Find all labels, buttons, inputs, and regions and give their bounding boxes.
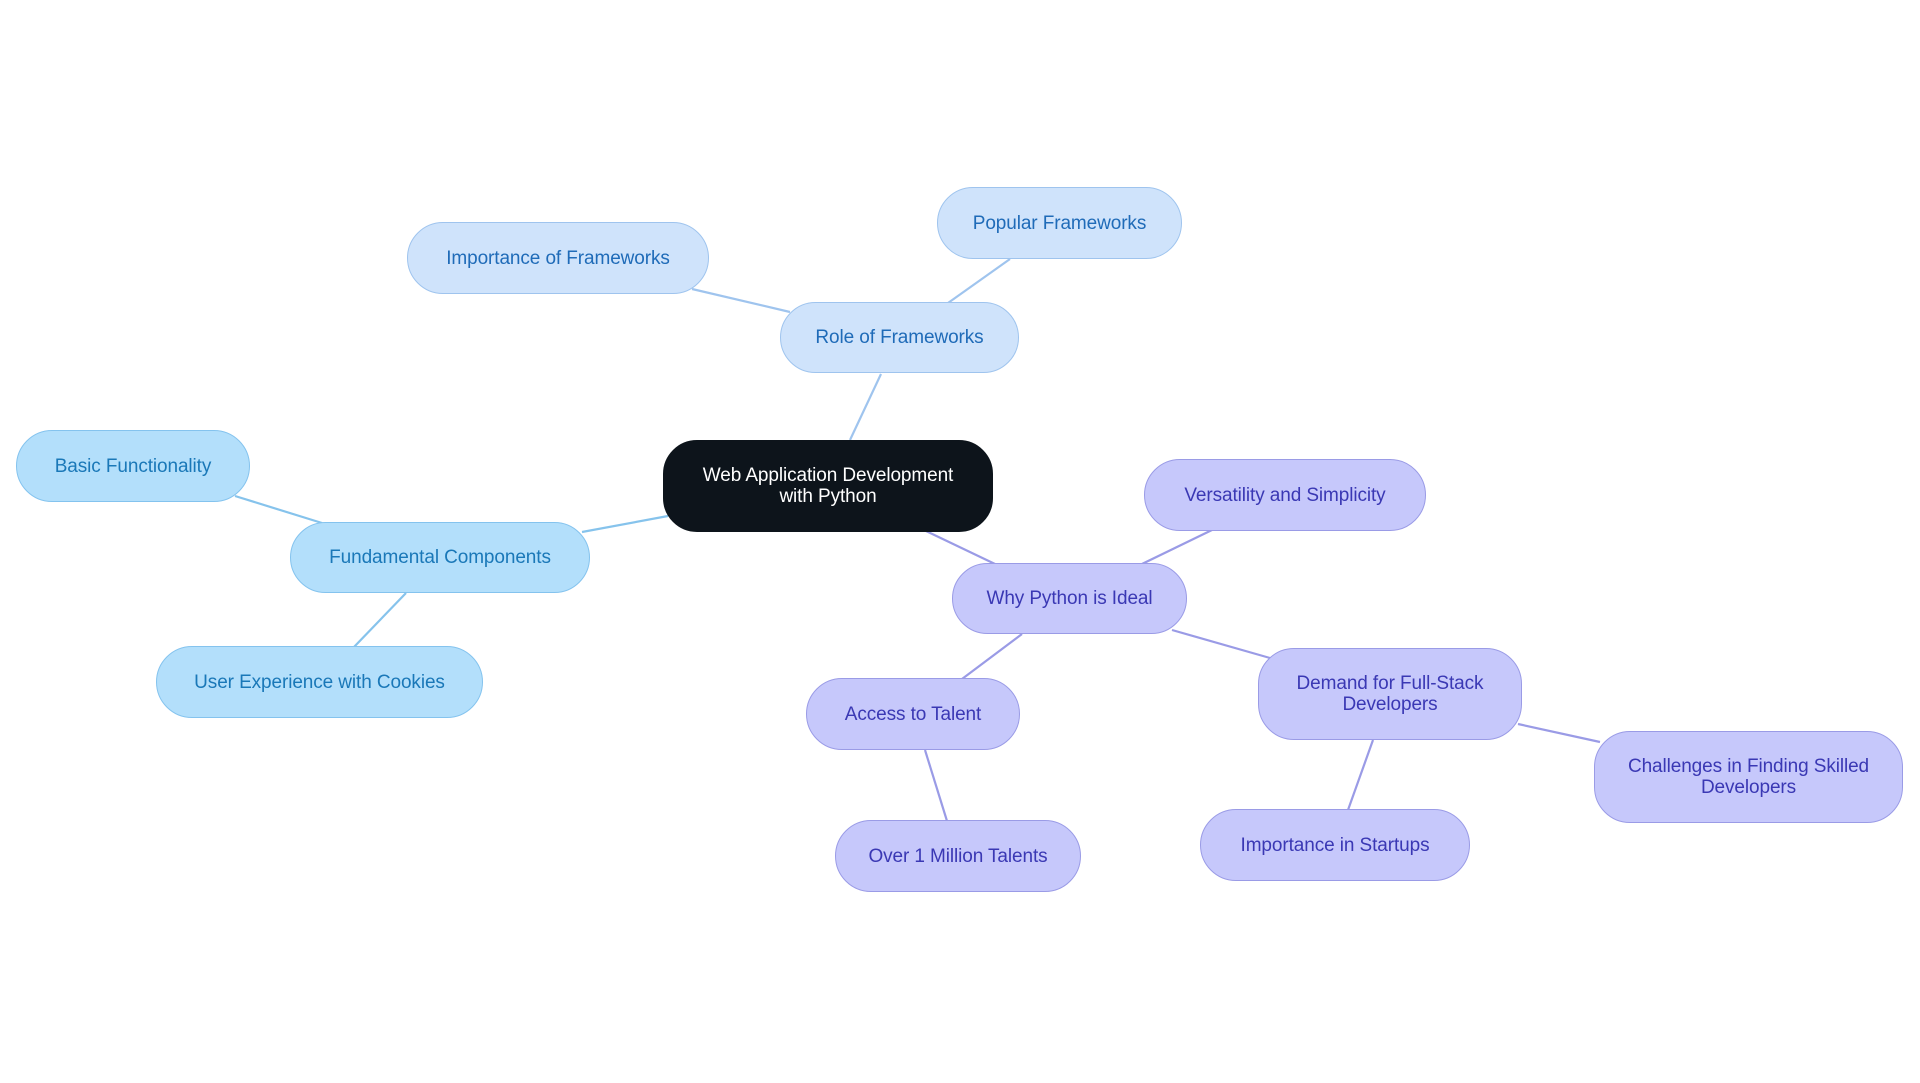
- node-label: Popular Frameworks: [972, 212, 1147, 234]
- node-label: Importance of Frameworks: [446, 247, 670, 269]
- node-label: Over 1 Million Talents: [868, 845, 1048, 867]
- node-label: User Experience with Cookies: [194, 671, 445, 693]
- edge-demand-startups: [1346, 739, 1375, 811]
- node-label: Role of Frameworks: [815, 327, 984, 348]
- node-importance-of-frameworks[interactable]: Importance of Frameworks: [407, 222, 709, 294]
- node-label: Versatility and Simplicity: [1184, 484, 1386, 506]
- node-popular-frameworks[interactable]: Popular Frameworks: [937, 187, 1182, 259]
- node-label-line2: Developers: [1342, 694, 1438, 715]
- root-node-label-line2: with Python: [779, 486, 877, 507]
- edge-root-role: [849, 373, 882, 441]
- edge-fundamental-cookies: [353, 592, 407, 648]
- node-importance-in-startups[interactable]: Importance in Startups: [1200, 809, 1470, 881]
- node-access-to-talent[interactable]: Access to Talent: [806, 678, 1020, 750]
- edge-role-importance-frameworks: [691, 287, 791, 314]
- node-versatility-and-simplicity[interactable]: Versatility and Simplicity: [1144, 459, 1426, 531]
- root-node-label-line1: Web Application Development: [702, 465, 954, 486]
- node-role-of-frameworks[interactable]: Role of Frameworks: [780, 302, 1019, 373]
- node-label: Why Python is Ideal: [986, 588, 1153, 609]
- node-challenges-in-finding-skilled-developers[interactable]: Challenges in Finding Skilled Developers: [1594, 731, 1903, 823]
- edge-root-fundamental: [581, 514, 669, 534]
- node-basic-functionality[interactable]: Basic Functionality: [16, 430, 250, 502]
- edge-access-million: [923, 749, 949, 822]
- edge-why-access: [961, 633, 1023, 680]
- node-fundamental-components[interactable]: Fundamental Components: [290, 522, 590, 593]
- node-label: Fundamental Components: [329, 547, 551, 568]
- node-label: Basic Functionality: [54, 455, 212, 477]
- edge-why-demand: [1171, 628, 1271, 660]
- node-label: Access to Talent: [844, 703, 982, 725]
- node-user-experience-with-cookies[interactable]: User Experience with Cookies: [156, 646, 483, 718]
- edge-demand-challenges: [1517, 722, 1601, 744]
- edge-why-versatility: [1141, 529, 1213, 565]
- node-demand-for-full-stack-developers[interactable]: Demand for Full-Stack Developers: [1258, 648, 1522, 740]
- node-over-1-million-talents[interactable]: Over 1 Million Talents: [835, 820, 1081, 892]
- edge-fundamental-basic: [234, 494, 323, 525]
- node-why-python-is-ideal[interactable]: Why Python is Ideal: [952, 563, 1187, 634]
- node-label-line2: Developers: [1700, 777, 1797, 798]
- root-node[interactable]: Web Application Development with Python: [663, 440, 993, 532]
- node-label: Importance in Startups: [1240, 834, 1430, 856]
- connector-layer: [234, 258, 1601, 822]
- node-label-line1: Demand for Full-Stack: [1296, 673, 1484, 694]
- edge-role-popular-frameworks: [947, 258, 1011, 304]
- edge-root-why: [925, 530, 996, 565]
- node-label-line1: Challenges in Finding Skilled: [1627, 756, 1870, 777]
